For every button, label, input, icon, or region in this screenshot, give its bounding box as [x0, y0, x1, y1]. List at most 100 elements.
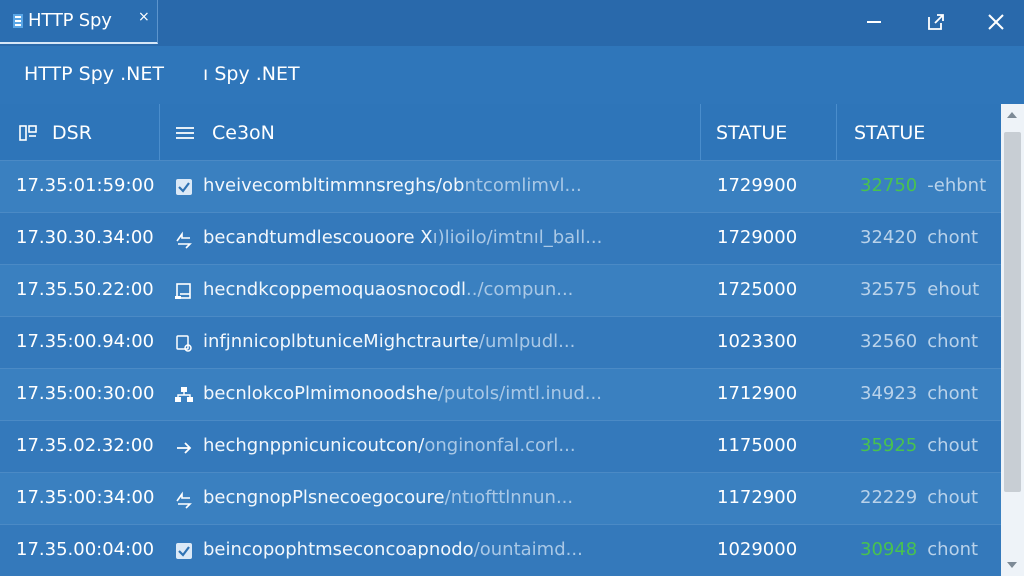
- status-cell: 22229 chout: [860, 487, 978, 508]
- request-time: 17.35:01:59:00: [16, 175, 155, 196]
- request-url-tail: ı)lioilo/imtnıl_ball...: [432, 227, 603, 248]
- response-size: 1729900: [717, 175, 798, 196]
- column-divider[interactable]: [836, 104, 837, 160]
- request-url-tail: /ountaimd...: [473, 539, 583, 560]
- status-code: 32560: [860, 331, 918, 352]
- response-size: 1725000: [717, 279, 798, 300]
- column-divider[interactable]: [700, 104, 701, 160]
- request-table: DSR Ce3oN STATUE STATUE 17.35:01:59:00 hv…: [0, 104, 1001, 576]
- app-title: HTTP Spy .NET: [24, 63, 164, 85]
- vertical-scrollbar[interactable]: [1001, 104, 1024, 576]
- status-label: ehout: [927, 279, 980, 300]
- table-row[interactable]: 17.35.02.32:00 hechgnppnicunicoutcon/ongi…: [0, 420, 1001, 472]
- status-code: 35925: [860, 435, 918, 456]
- checkbox-icon: [176, 543, 192, 559]
- request-time: 17.35:00:34:00: [16, 487, 155, 508]
- table-row[interactable]: 17.30.30.34:00 becandtumdlescouoore Xı)li…: [0, 212, 1001, 264]
- status-label: chont: [927, 227, 979, 248]
- request-url-tail: /ntıofttlnnun...: [444, 487, 574, 508]
- status-label: chout: [927, 435, 979, 456]
- request-icon: [176, 491, 192, 509]
- request-url-tail: onginonfal.corl...: [424, 435, 576, 456]
- checkbox-icon: [176, 179, 192, 195]
- status-code: 34923: [860, 383, 918, 404]
- table-row[interactable]: 17.35:01:59:00 hveivecombltimmnsreghs/obn…: [0, 160, 1001, 212]
- status-label: chout: [927, 487, 979, 508]
- response-size: 1175000: [717, 435, 798, 456]
- tab-title: HTTP Spy: [28, 10, 112, 31]
- scroll-up-arrow-icon[interactable]: [1007, 112, 1017, 118]
- minimize-icon[interactable]: [862, 10, 886, 34]
- app-subtitle: ı Spy .NET: [203, 63, 300, 85]
- list-icon: [176, 127, 194, 139]
- table-row[interactable]: 17.35:00:34:00 becngnopPlsnecoegocoure/nt…: [0, 472, 1001, 524]
- status-cell: 32560 chont: [860, 331, 978, 352]
- table-header: DSR Ce3oN STATUE STATUE: [0, 104, 1001, 161]
- response-size: 1729000: [717, 227, 798, 248]
- request-url-tail: /umlpudl...: [478, 331, 576, 352]
- request-url-path: hecndkcoppemoquaosnocodl: [203, 279, 467, 300]
- status-code: 32420: [860, 227, 918, 248]
- http-spy-window: HTTP Spy × HTTP Spy .NET ı Spy .NET DSR …: [0, 0, 1024, 576]
- column-header-status[interactable]: STATUE: [854, 122, 925, 144]
- table-row[interactable]: 17.35:00.94:00 infjnnicoplbtuniceMighctra…: [0, 316, 1001, 368]
- app-icon: [13, 14, 23, 28]
- status-cell: 32420 chont: [860, 227, 978, 248]
- request-url: becandtumdlescouoore Xı)lioilo/imtnıl_ba…: [203, 227, 693, 248]
- status-cell: 34923 chont: [860, 383, 978, 404]
- column-header-dsr[interactable]: DSR: [52, 122, 92, 144]
- table-row[interactable]: 17.35.00:04:00 beincopophtmseconcoapnodo/…: [0, 524, 1001, 576]
- network-icon: [175, 387, 193, 402]
- column-header-size[interactable]: STATUE: [716, 122, 787, 144]
- request-url: hecndkcoppemoquaosnocodl../compun...: [203, 279, 693, 300]
- request-url: beincopophtmseconcoapnodo/ountaimd...: [203, 539, 693, 560]
- status-cell: 32575 ehout: [860, 279, 979, 300]
- request-time: 17.30.30.34:00: [16, 227, 154, 248]
- status-label: chont: [927, 331, 979, 352]
- request-url-tail: ntcomlimvl...: [464, 175, 582, 196]
- scroll-down-arrow-icon[interactable]: [1007, 562, 1017, 568]
- request-url-path: hechgnppnicunicoutcon/: [203, 435, 425, 456]
- table-row[interactable]: 17.35.50.22:00 hecndkcoppemoquaosnocodl..…: [0, 264, 1001, 316]
- column-divider[interactable]: [159, 104, 160, 160]
- status-cell: 32750 -ehbnt: [860, 175, 986, 196]
- request-time: 17.35:00:30:00: [16, 383, 155, 404]
- request-url-path: beincopophtmseconcoapnodo: [203, 539, 474, 560]
- request-url: hveivecombltimmnsreghs/obntcomlimvl...: [203, 175, 693, 196]
- popout-icon[interactable]: [924, 10, 948, 34]
- request-url-path: becandtumdlescouoore X: [203, 227, 433, 248]
- title-bar: HTTP Spy ×: [0, 0, 1024, 46]
- scroll-thumb[interactable]: [1004, 132, 1021, 492]
- app-header: HTTP Spy .NET ı Spy .NET: [0, 46, 1024, 104]
- attachment-icon: [176, 335, 192, 352]
- status-label: -ehbnt: [927, 175, 987, 196]
- request-url: becngnopPlsnecoegocoure/ntıofttlnnun...: [203, 487, 693, 508]
- status-code: 30948: [860, 539, 918, 560]
- request-time: 17.35.02.32:00: [16, 435, 154, 456]
- status-cell: 30948 chont: [860, 539, 978, 560]
- request-icon: [176, 231, 192, 249]
- response-size: 1712900: [717, 383, 798, 404]
- request-url-tail: /putols/imtl.inud...: [437, 383, 602, 404]
- status-cell: 35925 chout: [860, 435, 978, 456]
- column-header-url[interactable]: Ce3oN: [212, 122, 275, 144]
- table-row[interactable]: 17.35:00:30:00 becnlokcoPlmimonoodshe/put…: [0, 368, 1001, 420]
- column-icon: [19, 125, 37, 141]
- request-url-path: hveivecombltimmnsreghs/ob: [203, 175, 465, 196]
- redirect-icon: [177, 442, 192, 454]
- request-url-path: becnlokcoPlmimonoodshe: [203, 383, 438, 404]
- status-label: chont: [927, 539, 979, 560]
- document-icon: [175, 283, 191, 299]
- status-code: 22229: [860, 487, 918, 508]
- request-url: becnlokcoPlmimonoodshe/putols/imtl.inud.…: [203, 383, 693, 404]
- tab-http-spy[interactable]: HTTP Spy ×: [0, 0, 158, 44]
- request-time: 17.35.50.22:00: [16, 279, 154, 300]
- request-url-path: infjnnicoplbtuniceMighctraurte: [203, 331, 479, 352]
- request-url-tail: ../compun...: [466, 279, 574, 300]
- tab-close-icon[interactable]: ×: [138, 9, 150, 25]
- close-icon[interactable]: [984, 10, 1008, 34]
- request-url: hechgnppnicunicoutcon/onginonfal.corl...: [203, 435, 693, 456]
- response-size: 1023300: [717, 331, 798, 352]
- status-code: 32575: [860, 279, 918, 300]
- response-size: 1172900: [717, 487, 798, 508]
